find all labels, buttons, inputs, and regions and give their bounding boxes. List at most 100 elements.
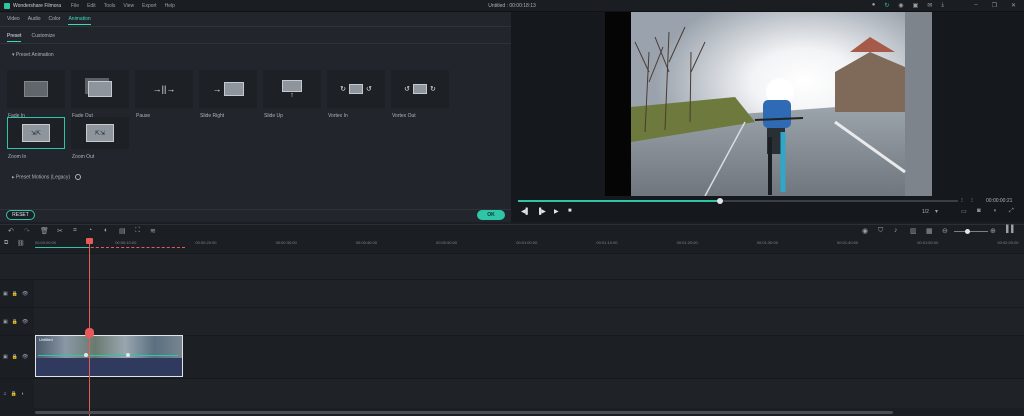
ok-button[interactable]: OK bbox=[477, 210, 505, 220]
zoom-in-anim-icon: ⇲⇱ bbox=[8, 118, 64, 148]
crop-icon[interactable]: ⌗ bbox=[73, 227, 77, 235]
ruler-tick-label: 00:01:40:00 bbox=[837, 240, 859, 245]
lock-icon[interactable]: 🔒 bbox=[12, 291, 18, 297]
track-audio-1: ♫ 🔒 ◖ bbox=[0, 378, 1024, 408]
zoom-slider-thumb[interactable] bbox=[965, 229, 970, 234]
subtab-customize[interactable]: Customize bbox=[31, 33, 55, 42]
fit-icon[interactable]: ⛶ bbox=[135, 227, 140, 235]
preset-fade-out[interactable]: Fade Out bbox=[71, 70, 129, 119]
zoom-ratio[interactable]: 1/2 bbox=[922, 209, 929, 215]
prev-frame-icon[interactable]: ▐▶ bbox=[537, 208, 546, 215]
preset-motions-header[interactable]: ▸ Preset Motions (Legacy) bbox=[12, 174, 81, 180]
ruler-tick-label: 00:00:10:00 bbox=[115, 240, 137, 245]
tab-audio[interactable]: Audio bbox=[28, 16, 41, 25]
seek-thumb[interactable] bbox=[717, 198, 724, 204]
caption-icon[interactable]: ▦ bbox=[926, 227, 933, 235]
sync-icon[interactable]: ↻ bbox=[884, 2, 889, 9]
preset-label: Slide Right bbox=[200, 113, 225, 119]
tab-color[interactable]: Color bbox=[49, 16, 61, 25]
eye-icon[interactable]: 👁 bbox=[22, 291, 28, 297]
tab-animation[interactable]: Animation bbox=[68, 16, 91, 25]
title-bar: Wondershare Filmora File Edit Tools View… bbox=[0, 0, 1024, 12]
preset-vortex-in[interactable]: ↻ ↺ Vortex In bbox=[327, 70, 385, 119]
zoom-in-icon[interactable]: ⊕ bbox=[990, 227, 996, 235]
video-clip[interactable]: Untitled bbox=[35, 335, 183, 377]
playhead-handle[interactable] bbox=[86, 238, 93, 244]
preset-label: Pause bbox=[136, 113, 151, 119]
account-icon[interactable]: ◉ bbox=[898, 2, 903, 9]
preset-zoom-out[interactable]: ⇱⇲ Zoom Out bbox=[71, 117, 129, 160]
pause-timeline-icon[interactable]: ▌▌ bbox=[1006, 226, 1016, 233]
delete-icon[interactable]: 🗑 bbox=[40, 227, 49, 235]
keyframe-start[interactable] bbox=[84, 353, 88, 357]
mail-icon[interactable]: ✉ bbox=[927, 2, 932, 9]
ratio-dropdown-icon[interactable]: ▾ bbox=[935, 208, 938, 215]
undo-icon[interactable]: ↶ bbox=[8, 227, 14, 235]
preset-label: Vortex Out bbox=[392, 113, 416, 119]
eye-icon[interactable]: 👁 bbox=[22, 319, 28, 325]
timeline-scrollbar[interactable] bbox=[35, 411, 893, 414]
snapshot-icon[interactable]: ◙ bbox=[977, 208, 981, 214]
track-video-3: ▣ 🔒 👁 bbox=[0, 279, 1024, 307]
zoom-slider[interactable] bbox=[954, 229, 988, 234]
preset-zoom-in[interactable]: ⇲⇱ Zoom In bbox=[7, 117, 65, 160]
footer-divider bbox=[0, 209, 511, 210]
tab-video[interactable]: Video bbox=[7, 16, 20, 25]
mic-icon[interactable]: ♪ bbox=[894, 227, 898, 234]
preset-vortex-out[interactable]: ↺ ↻ Vortex Out bbox=[391, 70, 449, 119]
lock-icon[interactable]: 🔒 bbox=[12, 354, 18, 360]
collapse-arrow-icon: ▾ bbox=[12, 52, 15, 58]
slide-up-icon: ↑ bbox=[264, 71, 320, 107]
green-screen-icon[interactable]: ▤ bbox=[119, 227, 126, 235]
ruler-tick-label: 00:01:10:00 bbox=[596, 240, 618, 245]
lightbulb-icon[interactable]: ● bbox=[872, 2, 876, 9]
zoom-out-icon[interactable]: ⊖ bbox=[942, 227, 948, 235]
download-icon[interactable]: ⤓ bbox=[941, 2, 944, 9]
eye-icon[interactable]: 👁 bbox=[22, 354, 28, 360]
playhead-marker[interactable] bbox=[85, 328, 94, 338]
fullscreen-icon[interactable]: ⤢ bbox=[1009, 208, 1014, 215]
maximize-icon[interactable]: ❐ bbox=[992, 2, 997, 9]
display-icon[interactable]: ▭ bbox=[961, 208, 967, 215]
shield-icon[interactable]: ⛉ bbox=[878, 227, 883, 235]
link-icon[interactable]: ⛓ bbox=[17, 240, 25, 247]
reset-button[interactable]: RESET bbox=[6, 210, 35, 220]
preset-pause[interactable]: →||→ Pause bbox=[135, 70, 193, 119]
gift-icon[interactable]: ▣ bbox=[913, 2, 919, 9]
cut-icon[interactable]: ✂ bbox=[57, 227, 63, 235]
animation-panel: Video Audio Color Animation Preset Custo… bbox=[0, 12, 511, 222]
volume-icon[interactable]: ◖ bbox=[993, 208, 997, 214]
stop-icon[interactable]: ■ bbox=[568, 208, 572, 214]
fade-out-icon bbox=[72, 71, 128, 107]
marker-in-icon[interactable]: ⁝ bbox=[961, 197, 963, 204]
preset-fade-in[interactable]: Fade In bbox=[7, 70, 65, 119]
help-icon[interactable] bbox=[74, 174, 81, 180]
play-icon[interactable]: ▶ bbox=[554, 208, 559, 215]
lock-icon[interactable]: 🔒 bbox=[11, 391, 17, 397]
preset-animation-header[interactable]: ▾ Preset Animation bbox=[12, 52, 54, 58]
audio-wave-icon[interactable]: ≋ bbox=[150, 227, 156, 235]
add-track-icon[interactable]: ⧉ bbox=[4, 240, 8, 247]
redo-icon[interactable]: ↷ bbox=[24, 227, 30, 235]
playback-controls: ⁝ ⁝ 00:00:00:21 ◀▌ ▐▶ ▶ ■ 1/2 ▾ ▭ ◙ ◖ ⤢ bbox=[511, 198, 1024, 222]
close-icon[interactable]: ✕ bbox=[1011, 2, 1016, 9]
lock-icon[interactable]: 🔒 bbox=[12, 319, 18, 325]
mixer-icon[interactable]: ▥ bbox=[910, 227, 917, 235]
timeline-ruler[interactable]: ⧉ ⛓ 00:00:00:00 00:00:10:00 00:00:20:00 00:… bbox=[0, 237, 1024, 253]
minimize-icon[interactable]: – bbox=[974, 2, 977, 9]
render-icon[interactable]: ◉ bbox=[862, 227, 868, 235]
speed-icon[interactable]: ◔ bbox=[88, 227, 92, 234]
preset-slide-up[interactable]: ↑ Slide Up bbox=[263, 70, 321, 119]
step-back-icon[interactable]: ◀▌ bbox=[521, 208, 530, 215]
seek-bar[interactable] bbox=[518, 198, 958, 204]
keyframe-end[interactable] bbox=[126, 353, 130, 357]
marker-out-icon[interactable]: ⁝ bbox=[971, 197, 973, 204]
playhead[interactable] bbox=[85, 238, 94, 416]
speaker-icon[interactable]: ◖ bbox=[21, 391, 24, 397]
slide-right-icon: → bbox=[200, 71, 256, 107]
preset-label: Slide Up bbox=[264, 113, 283, 119]
current-time: 00:00:00:21 bbox=[986, 198, 1013, 204]
preset-slide-right[interactable]: → Slide Right bbox=[199, 70, 257, 119]
subtab-preset[interactable]: Preset bbox=[7, 33, 22, 42]
color-icon[interactable]: ◐ bbox=[104, 227, 108, 234]
